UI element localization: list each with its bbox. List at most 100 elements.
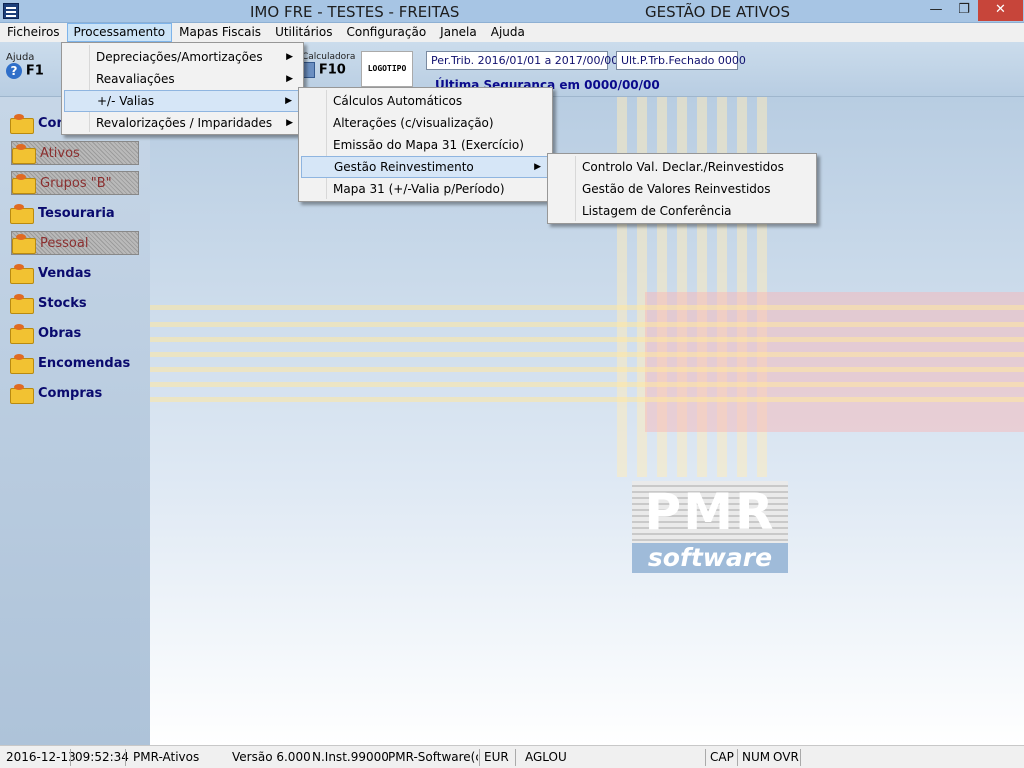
sidebar-item-obras[interactable]: Obras (10, 321, 81, 345)
menu-item-label: Reavaliações (96, 72, 175, 86)
submenu-arrow-icon: ▶ (286, 74, 293, 84)
sidebar-item-grupos-b: Grupos "B" (11, 171, 139, 195)
menu-item-revalorizacoes[interactable]: Revalorizações / Imparidades ▶ (64, 112, 301, 134)
status-user: AGLOU (525, 750, 567, 764)
menu-item-label: Controlo Val. Declar./Reinvestidos (582, 160, 784, 174)
menu-configuracao[interactable]: Configuração (339, 23, 433, 42)
background-decoration (150, 382, 1024, 387)
folder-icon (10, 384, 34, 404)
app-icon[interactable] (3, 3, 19, 19)
menu-item-mapa31-periodo[interactable]: Mapa 31 (+/-Valia p/Período) (301, 178, 550, 200)
folder-icon (12, 144, 36, 164)
menu-mapas-fiscais[interactable]: Mapas Fiscais (172, 23, 268, 42)
status-time: 09:52:34 (75, 750, 129, 764)
reinvestimento-submenu: Controlo Val. Declar./Reinvestidos Gestã… (547, 153, 817, 224)
menu-item-label: Mapa 31 (+/-Valia p/Período) (333, 182, 505, 196)
menu-item-depreciacoes[interactable]: Depreciações/Amortizações ▶ (64, 46, 301, 68)
menu-item-reavaliacoes[interactable]: Reavaliações ▶ (64, 68, 301, 90)
help-label: Ajuda (6, 52, 35, 63)
help-shortcut: F1 (25, 63, 44, 79)
ultimo-periodo-field: Ult.P.Trb.Fechado 0000 (616, 51, 746, 70)
menu-item-label: Alterações (c/visualização) (333, 116, 494, 130)
menu-item-valias[interactable]: +/- Valias ▶ (64, 90, 301, 112)
submenu-arrow-icon: ▶ (286, 118, 293, 128)
calculator-shortcut: F10 (318, 62, 346, 78)
pmr-software-logo: PMR software (632, 481, 788, 573)
status-separator (800, 749, 801, 766)
calculator-label: Calculadora (302, 52, 356, 62)
menu-ficheiros[interactable]: Ficheiros (0, 23, 67, 42)
sidebar-item-label: Grupos "B" (40, 175, 112, 191)
menu-item-listagem-conferencia[interactable]: Listagem de Conferência (550, 200, 814, 222)
background-decoration (645, 292, 1024, 432)
menu-item-label: +/- Valias (97, 94, 155, 108)
menu-item-label: Emissão do Mapa 31 (Exercício) (333, 138, 524, 152)
minimize-button[interactable]: — (922, 0, 950, 21)
sidebar-item-tesouraria[interactable]: Tesouraria (10, 201, 115, 225)
module-sidebar: Contabilidade Ativos Grupos "B" Tesourar… (0, 97, 150, 745)
menu-processamento[interactable]: Processamento (66, 23, 173, 42)
menu-item-label: Cálculos Automáticos (333, 94, 463, 108)
menu-item-gestao-reinvestimento[interactable]: Gestão Reinvestimento ▶ (301, 156, 550, 178)
submenu-arrow-icon: ▶ (286, 52, 293, 62)
sidebar-item-label: Ativos (40, 145, 80, 161)
sidebar-item-vendas[interactable]: Vendas (10, 261, 91, 285)
status-separator (70, 749, 71, 766)
menu-item-gestao-valores-reinvestidos[interactable]: Gestão de Valores Reinvestidos (550, 178, 814, 200)
submenu-arrow-icon: ▶ (534, 162, 541, 172)
logo-pmr-text: PMR (632, 481, 788, 543)
background-decoration (150, 397, 1024, 402)
sidebar-item-label: Encomendas (38, 355, 131, 371)
status-bar: 2016-12-13 09:52:34 PMR-Ativos Versão 6.… (0, 745, 1024, 768)
status-caps-lock: CAP (710, 750, 734, 764)
status-app: PMR-Ativos (133, 750, 200, 764)
folder-icon (10, 354, 34, 374)
menu-janela[interactable]: Janela (433, 23, 484, 42)
valias-submenu: Cálculos Automáticos Alterações (c/visua… (298, 87, 553, 202)
sidebar-item-label: Vendas (38, 265, 92, 281)
status-separator (479, 749, 480, 766)
folder-icon (12, 234, 36, 254)
help-button[interactable]: Ajuda ? F1 (6, 52, 46, 79)
sidebar-item-label: Tesouraria (38, 205, 115, 221)
folder-icon (12, 174, 36, 194)
sidebar-item-label: Pessoal (40, 235, 89, 251)
menu-item-label: Depreciações/Amortizações (96, 50, 263, 64)
status-num-lock: NUM (742, 750, 771, 764)
menu-ajuda[interactable]: Ajuda (484, 23, 532, 42)
sidebar-item-pessoal: Pessoal (11, 231, 139, 255)
processamento-menu: Depreciações/Amortizações ▶ Reavaliações… (61, 42, 304, 135)
question-icon: ? (6, 63, 22, 79)
menu-item-alteracoes[interactable]: Alterações (c/visualização) (301, 112, 550, 134)
background-decoration (150, 305, 1024, 310)
menu-item-label: Gestão Reinvestimento (334, 160, 474, 174)
calculator-button[interactable]: Calculadora F10 (302, 52, 355, 78)
folder-icon (10, 114, 34, 134)
close-button[interactable]: ✕ (978, 0, 1023, 21)
sidebar-item-stocks[interactable]: Stocks (10, 291, 87, 315)
logo-software-text: software (632, 543, 788, 573)
logo-placeholder: LOGOTIPO (361, 51, 413, 87)
status-installation: N.Inst.99000 (312, 750, 389, 764)
background-decoration (150, 352, 1024, 357)
sidebar-item-compras[interactable]: Compras (10, 381, 102, 405)
status-separator (515, 749, 516, 766)
status-separator (705, 749, 706, 766)
status-date: 2016-12-13 (6, 750, 76, 764)
periodo-tributacao-field: Per.Trib. 2016/01/01 a 2017/00/00 (426, 51, 618, 70)
sidebar-item-encomendas[interactable]: Encomendas (10, 351, 130, 375)
title-bar: IMO FRE - TESTES - FREITAS GESTÃO DE ATI… (0, 0, 1024, 23)
restore-button[interactable]: ❐ (950, 0, 978, 21)
menu-item-emissao-mapa31[interactable]: Emissão do Mapa 31 (Exercício) (301, 134, 550, 156)
background-decoration (150, 367, 1024, 372)
menu-item-label: Gestão de Valores Reinvestidos (582, 182, 771, 196)
background-decoration (150, 337, 1024, 342)
folder-icon (10, 324, 34, 344)
status-company: PMR-Software(c) (388, 750, 478, 764)
menu-item-controlo-val-declar[interactable]: Controlo Val. Declar./Reinvestidos (550, 156, 814, 178)
menu-utilitarios[interactable]: Utilitários (268, 23, 339, 42)
submenu-arrow-icon: ▶ (285, 96, 292, 106)
menu-item-calculos-automaticos[interactable]: Cálculos Automáticos (301, 90, 550, 112)
menu-bar: Ficheiros Processamento Mapas Fiscais Ut… (0, 23, 1024, 42)
folder-icon (10, 294, 34, 314)
